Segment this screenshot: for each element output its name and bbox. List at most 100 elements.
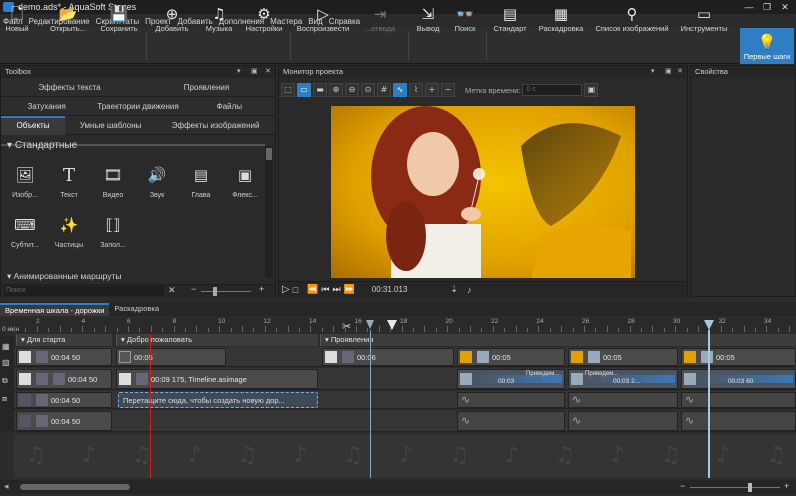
motion-curve-1[interactable]: ∿ [457, 392, 565, 408]
motion-curve-3[interactable]: ∿ [681, 392, 796, 408]
section-animated-routes[interactable]: ▾ Анимированные маршруты [7, 271, 122, 282]
panel-close-icon[interactable]: ✕ [265, 66, 271, 78]
layout-a-icon[interactable]: ▭ [297, 83, 311, 97]
panel-close-icon[interactable]: ✕ [677, 66, 683, 78]
clip-row2-5[interactable]: 00:03 60 [681, 369, 796, 389]
track-layers-icon[interactable]: ⧈ [2, 394, 7, 404]
scroll-left-icon[interactable]: ◂ [4, 481, 9, 492]
tab-text-effects[interactable]: Эффекты текста [1, 83, 138, 92]
zoom-fit-icon[interactable]: ⊙ [361, 83, 375, 97]
tab-files[interactable]: Файлы [184, 102, 275, 111]
clip-row1-6[interactable]: 00:05 [681, 348, 796, 366]
prev-icon[interactable]: ⏮ [321, 284, 329, 295]
toolbar-open-button[interactable]: 📂 Открыть... [44, 0, 92, 36]
toolbar-from-marker-button[interactable]: ⇥ ...отвода [356, 0, 404, 36]
clip-row2-2[interactable]: 00:09 175, Timeline.asimage [116, 369, 318, 389]
panel-float-icon[interactable]: ▣ [665, 66, 672, 78]
toolbox-search-input[interactable]: Поиск [4, 286, 164, 296]
forward-icon[interactable]: ⏩ [344, 284, 355, 295]
clip-row1-4[interactable]: 00:05 [457, 348, 565, 366]
toolbar-new-button[interactable]: 🗋 Новый [2, 0, 32, 36]
tab-objects[interactable]: Объекты [1, 115, 65, 135]
marker-icon[interactable]: ⇣ [450, 284, 458, 295]
clip-row2-4[interactable]: Приведем... 00:03 2... [568, 369, 678, 389]
next-icon[interactable]: ⏭ [332, 284, 340, 295]
preview-image[interactable] [331, 106, 635, 278]
track-video-icon[interactable]: ▦ [2, 342, 10, 351]
clip-row2-3[interactable]: 00:03 Приведем... [457, 369, 565, 389]
toolbar-play-button[interactable]: ▷ Воспроизвести [294, 0, 352, 36]
toolbar-music-button[interactable]: ♫ Музыка [198, 0, 240, 36]
chapter-start[interactable]: ▾ Для старта [16, 334, 112, 346]
toolbar-output-button[interactable]: ⇲ Вывод [412, 0, 444, 36]
snap-icon[interactable]: ⌇ [409, 83, 423, 97]
layout-b-icon[interactable]: ▬ [313, 83, 327, 97]
motion-curve-2[interactable]: ∿ [568, 392, 678, 408]
audio-track[interactable]: ♫♪♫♪♫♪♫♪♫♪♫♪♫♪♫♪ [14, 434, 796, 478]
clip-row3-1[interactable]: 00:04 50 [16, 392, 112, 408]
toolbar-storyboard-button[interactable]: ▦ Раскадровка [534, 0, 588, 36]
timecode-input[interactable]: 0 с [522, 84, 583, 96]
tool-subtitle[interactable]: ⌨ Субтит... [3, 208, 47, 256]
slider-thumb[interactable] [213, 287, 217, 296]
path-icon[interactable]: ∿ [393, 83, 407, 97]
toolbar-tools-button[interactable]: ▭ Инструменты [676, 0, 732, 36]
chapter-welcome[interactable]: ▾ Добро пожаловать [116, 334, 318, 346]
minimize-button[interactable]: — [740, 0, 758, 14]
toolbar-save-button[interactable]: 💾 Сохранить [96, 0, 142, 36]
tool-sound[interactable]: 🔊 Звук [135, 158, 179, 206]
zoom-slider[interactable] [690, 487, 780, 488]
toolbox-size-slider[interactable] [201, 291, 251, 292]
panel-float-icon[interactable]: ▣ [251, 66, 258, 78]
section-standard[interactable]: ▾ Стандартные [7, 140, 77, 151]
add-point-icon[interactable]: + [425, 83, 439, 97]
toolbar-first-steps-button[interactable]: 💡 Первые шаги [740, 28, 794, 64]
remove-point-icon[interactable]: − [441, 83, 455, 97]
audio-options-icon[interactable]: ♪ [467, 285, 472, 295]
zoom-out-icon[interactable]: − [680, 481, 685, 491]
grid-icon[interactable]: # [377, 83, 391, 97]
rewind-icon[interactable]: ⏪ [307, 284, 318, 295]
tab-timeline-tracks[interactable]: Временная шкала - дорожки [0, 303, 110, 316]
clip-row4-1[interactable]: 00:04 50 [16, 411, 112, 431]
scroll-thumb[interactable] [20, 484, 130, 490]
tool-video[interactable]: 🎞 Видео [91, 158, 135, 206]
motion-curve-6[interactable]: ∿ [681, 411, 796, 431]
tool-image[interactable]: 🖼 Изобр... [3, 158, 47, 206]
panel-menu-icon[interactable]: ▾ [651, 66, 655, 78]
toolbar-image-list-button[interactable]: ⚲ Список изображений [592, 0, 672, 36]
scissors-icon[interactable]: ✂ [342, 320, 351, 333]
close-button[interactable]: ✕ [776, 0, 794, 14]
tool-text[interactable]: T Текст [47, 158, 91, 206]
motion-curve-4[interactable]: ∿ [457, 411, 565, 431]
tab-smart-templates[interactable]: Умные шаблоны [65, 121, 156, 130]
track-group-icon[interactable]: ⧉ [2, 376, 8, 386]
tab-storyboard[interactable]: Раскадровка [109, 303, 164, 316]
toolbox-scrollbar[interactable] [265, 146, 273, 278]
save-frame-icon[interactable]: ▣ [584, 83, 599, 97]
zoom-in-icon[interactable]: + [784, 481, 789, 491]
toolbar-search-button[interactable]: 👓 Поиск [448, 0, 482, 36]
panel-menu-icon[interactable]: ▾ [237, 66, 241, 78]
tool-chapter[interactable]: ▤ Глава [179, 158, 223, 206]
clear-search-icon[interactable]: ✕ [168, 285, 176, 296]
zoom-in-icon[interactable]: + [259, 284, 264, 294]
toolbar-settings-button[interactable]: ⚙ Настройки [242, 0, 286, 36]
zoom-out-icon[interactable]: ⊖ [345, 83, 359, 97]
tab-fades[interactable]: Затухания [1, 102, 92, 111]
track-image-icon[interactable]: ▧ [2, 358, 10, 367]
zoom-in-icon[interactable]: ⊕ [329, 83, 343, 97]
tab-image-effects[interactable]: Эффекты изображений [156, 121, 275, 130]
tab-motion-paths[interactable]: Траектории движения [92, 102, 183, 111]
clip-row1-5[interactable]: 00:05 [568, 348, 678, 366]
toolbar-standard-button[interactable]: ▤ Стандарт [488, 0, 532, 36]
clip-row1-2[interactable]: 00:05 [116, 348, 226, 366]
tool-flexi[interactable]: ▣ Флекс... [223, 158, 267, 206]
tab-appearances[interactable]: Проявления [138, 83, 275, 92]
clip-row1-1[interactable]: 00:04 50 [16, 348, 112, 366]
stop-icon[interactable]: □ [293, 285, 298, 295]
zoom-slider-thumb[interactable] [748, 483, 752, 492]
zoom-out-icon[interactable]: − [191, 284, 196, 294]
tool-particles[interactable]: ✨ Частицы [47, 208, 91, 256]
tool-placeholder[interactable]: ⟦⟧ Запол... [91, 208, 135, 256]
